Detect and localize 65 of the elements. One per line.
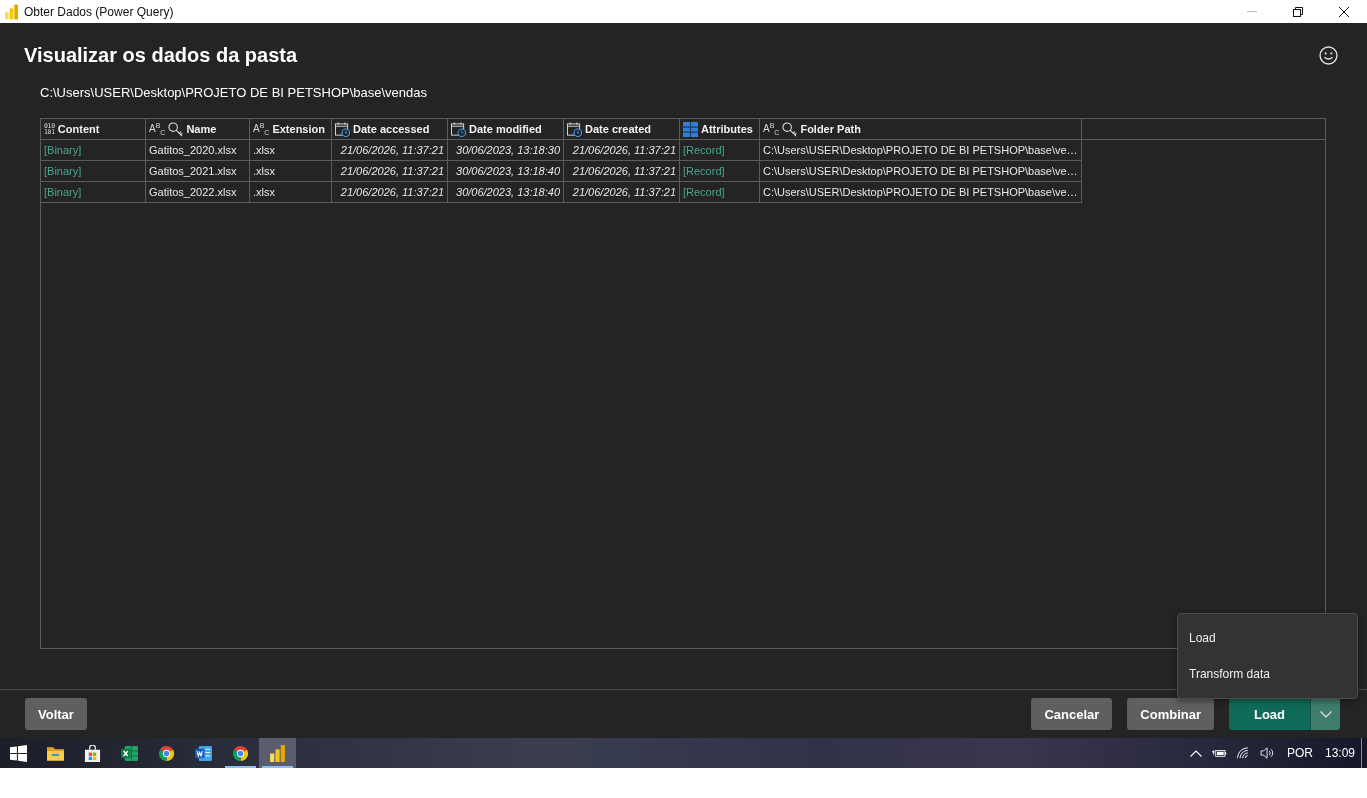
column-header[interactable]: Attributes <box>680 119 760 139</box>
chevron-down-icon <box>1319 710 1332 718</box>
menu-item[interactable]: Load <box>1178 620 1357 656</box>
folder-icon <box>47 744 64 762</box>
bar-chart-icon <box>269 744 286 762</box>
table-cell: 21/06/2026, 11:37:21 <box>332 140 448 161</box>
minimize-icon <box>1247 11 1257 12</box>
table-cell: Gatitos_2021.xlsx <box>146 161 250 182</box>
column-header[interactable]: Date accessed <box>332 119 448 139</box>
chevron-up-icon <box>1189 749 1202 757</box>
table-cell: 30/06/2023, 13:18:30 <box>448 140 564 161</box>
window-title: Obter Dados (Power Query) <box>24 4 174 19</box>
table-cell: [Record] <box>680 182 760 203</box>
table-cell: C:\Users\USER\Desktop\PROJETO DE BI PETSHOP\base\ve… <box>760 182 1082 203</box>
document-icon <box>195 744 212 762</box>
table-cell: [Record] <box>680 140 760 161</box>
table-cell: .xlsx <box>250 140 332 161</box>
plugged-battery-icon <box>1212 747 1228 759</box>
table-cell: Gatitos_2022.xlsx <box>146 182 250 203</box>
key-icon <box>168 121 184 137</box>
browser-icon <box>158 744 175 762</box>
load-options-button[interactable] <box>1310 698 1340 730</box>
browser-icon <box>232 744 249 762</box>
table-icon <box>683 121 698 137</box>
table-cell: [Binary] <box>41 140 146 161</box>
feedback-button[interactable] <box>1319 45 1338 65</box>
footer-button[interactable]: Combinar <box>1127 698 1214 730</box>
table-cell: [Record] <box>680 161 760 182</box>
calendar-clock-icon <box>567 121 582 137</box>
folder-path: C:\Users\USER\Desktop\PROJETO DE BI PETSHOP\base\vendas <box>40 85 427 101</box>
dialog-title: Visualizar os dados da pasta <box>24 43 298 67</box>
clock[interactable]: 13:09 <box>1318 746 1360 760</box>
table-cell: 21/06/2026, 11:37:21 <box>564 140 680 161</box>
table-cell: 30/06/2023, 13:18:40 <box>448 161 564 182</box>
table-cell: .xlsx <box>250 182 332 203</box>
table-cell: 21/06/2026, 11:37:21 <box>564 161 680 182</box>
column-header[interactable]: Date created <box>564 119 680 139</box>
bar-chart-icon <box>5 3 18 20</box>
input-language[interactable]: POR <box>1279 746 1319 760</box>
back-button[interactable]: Voltar <box>25 698 87 730</box>
table-cell: C:\Users\USER\Desktop\PROJETO DE BI PETSHOP\base\ve… <box>760 161 1082 182</box>
table-cell: [Binary] <box>41 161 146 182</box>
spreadsheet-icon <box>121 744 138 762</box>
table-cell: C:\Users\USER\Desktop\PROJETO DE BI PETSHOP\base\ve… <box>760 140 1082 161</box>
table-cell: 21/06/2026, 11:37:21 <box>564 182 680 203</box>
load-button[interactable]: Load <box>1229 698 1310 730</box>
calendar-clock-icon <box>335 121 350 137</box>
calendar-clock-icon <box>451 121 466 137</box>
column-header[interactable]: Date modified <box>448 119 564 139</box>
restore-icon <box>1293 6 1303 17</box>
table-cell: 30/06/2023, 13:18:40 <box>448 182 564 203</box>
table-cell: .xlsx <box>250 161 332 182</box>
table-cell: Gatitos_2020.xlsx <box>146 140 250 161</box>
menu-item[interactable]: Transform data <box>1178 656 1357 692</box>
speaker-icon <box>1260 747 1276 759</box>
shopping-bag-icon <box>84 744 101 762</box>
footer-button[interactable]: Cancelar <box>1031 698 1113 730</box>
table-cell: 21/06/2026, 11:37:21 <box>332 161 448 182</box>
column-header[interactable]: A$^{B}$$_{C}$ Extension <box>250 119 332 139</box>
key-icon <box>782 121 798 137</box>
table-cell: [Binary] <box>41 182 146 203</box>
table-cell: 21/06/2026, 11:37:21 <box>332 182 448 203</box>
start-icon <box>10 744 27 762</box>
close-icon <box>1339 6 1349 17</box>
smiley-icon <box>1319 45 1338 65</box>
